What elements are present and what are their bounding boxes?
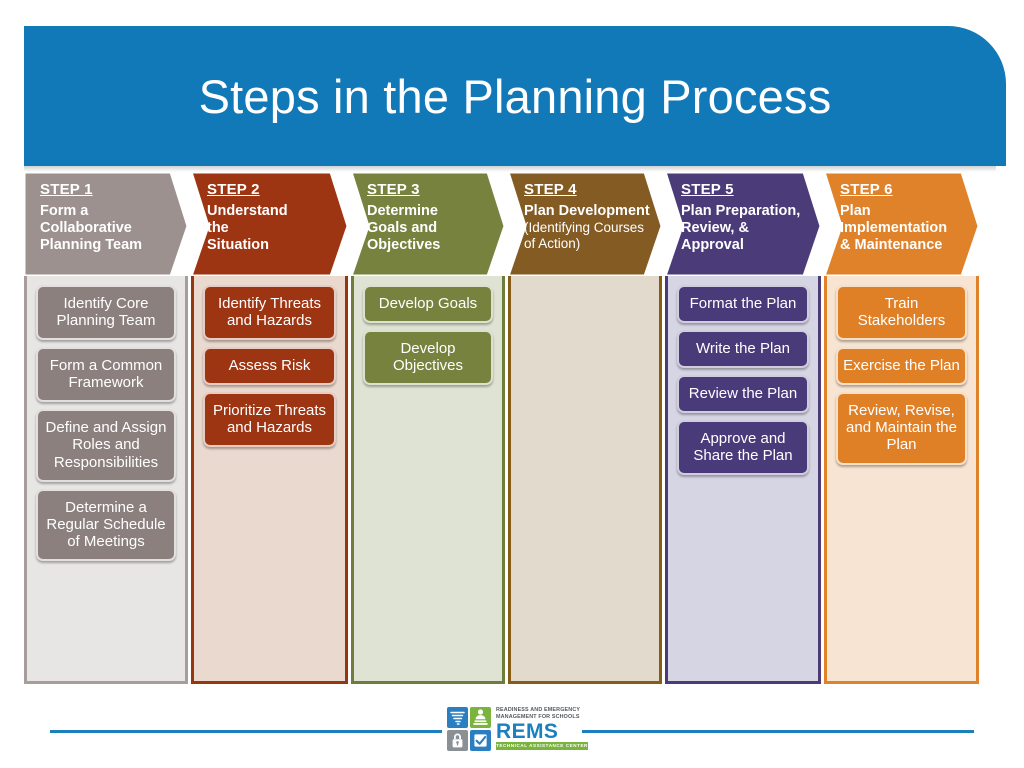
- rems-logo: READINESS AND EMERGENCY MANAGEMENT FOR S…: [447, 705, 588, 753]
- lock-icon: [447, 730, 468, 751]
- step-header-text-2: STEP 2 Understand the Situation: [207, 181, 338, 254]
- step-title-line: Approval: [681, 236, 744, 253]
- slide: Steps in the Planning Process STEP 1 Form…: [0, 0, 1024, 768]
- task-card[interactable]: Approve and Share the Plan: [677, 420, 809, 476]
- tornado-icon: [447, 707, 468, 728]
- task-card[interactable]: Define and Assign Roles and Responsibili…: [36, 409, 176, 482]
- step-header-text-3: STEP 3 Determine Goals and Objectives: [367, 181, 495, 254]
- task-card[interactable]: Review the Plan: [677, 375, 809, 414]
- step-header-text-4: STEP 4 Plan Development (Identifying Cours…: [524, 181, 652, 252]
- task-card[interactable]: Identify Core Planning Team: [36, 285, 176, 341]
- step-number-label-4: STEP 4: [524, 181, 577, 198]
- people-icon: [470, 707, 491, 728]
- step-header-4: STEP 4 Plan Development (Identifying Cours…: [508, 172, 662, 276]
- step-title-line: Collaborative: [40, 219, 132, 236]
- step-title-line: Plan: [840, 203, 871, 219]
- step-number-label-3: STEP 3: [367, 181, 420, 198]
- planning-process-diagram: STEP 1 Form a Collaborative Planning Team Id…: [24, 172, 1006, 684]
- step-title-line: Plan Development: [524, 203, 650, 219]
- step-header-5: STEP 5 Plan Preparation, Review, & Approval: [665, 172, 821, 276]
- step-header-text-5: STEP 5 Plan Preparation, Review, & Approval: [681, 181, 811, 254]
- step-title-line: Objectives: [367, 236, 441, 253]
- task-card[interactable]: Develop Goals: [363, 285, 493, 324]
- step-number-label-2: STEP 2: [207, 181, 260, 198]
- task-card[interactable]: Train Stakeholders: [836, 285, 967, 341]
- step-header-6: STEP 6 Plan Implementation & Maintenance: [824, 172, 979, 276]
- task-card[interactable]: Assess Risk: [203, 347, 336, 386]
- step-title-line: Form a: [40, 203, 89, 219]
- footer-rule-left: [50, 730, 442, 733]
- task-card[interactable]: Determine a Regular Schedule of Meetings: [36, 488, 176, 561]
- task-card[interactable]: Exercise the Plan: [836, 347, 967, 386]
- step-body-4: [508, 276, 662, 684]
- footer-rule-right: [582, 730, 974, 733]
- rems-tagline: READINESS AND EMERGENCY MANAGEMENT FOR S…: [496, 707, 581, 720]
- step-title-1: Form a Collaborative Planning Team: [40, 203, 178, 254]
- step-header-2: STEP 2 Understand the Situation: [191, 172, 348, 276]
- step-subtitle-line: (Identifying Courses: [524, 219, 645, 235]
- step-header-3: STEP 3 Determine Goals and Objectives: [351, 172, 505, 276]
- step-body-5: Format the Plan Write the Plan Review the …: [665, 276, 821, 684]
- process-column-4: STEP 4 Plan Development (Identifying Cours…: [508, 172, 662, 684]
- step-header-text-1: STEP 1 Form a Collaborative Planning Team: [40, 181, 178, 254]
- process-column-3: STEP 3 Determine Goals and Objectives Develo…: [351, 172, 505, 684]
- step-title-3: Determine Goals and Objectives: [367, 203, 495, 254]
- page-title: Steps in the Planning Process: [198, 69, 832, 123]
- step-title-line: Understand: [207, 203, 288, 219]
- step-number-label-5: STEP 5: [681, 181, 734, 198]
- process-column-1: STEP 1 Form a Collaborative Planning Team Id…: [24, 172, 188, 684]
- step-number-label-6: STEP 6: [840, 181, 893, 198]
- task-card[interactable]: Develop Objectives: [363, 330, 493, 386]
- task-card[interactable]: Format the Plan: [677, 285, 809, 324]
- process-column-6: STEP 6 Plan Implementation & Maintenance Tra…: [824, 172, 979, 684]
- step-header-text-6: STEP 6 Plan Implementation & Maintenance: [840, 181, 969, 254]
- rems-acronym: REMS: [496, 719, 559, 743]
- step-header-1: STEP 1 Form a Collaborative Planning Team: [24, 172, 188, 276]
- step-body-2: Identify Threats and Hazards Assess Risk P…: [191, 276, 348, 684]
- step-title-line: Determine: [367, 203, 438, 219]
- step-title-line: Review, &: [681, 219, 749, 236]
- step-number-label-1: STEP 1: [40, 181, 93, 198]
- task-card[interactable]: Review, Revise, and Maintain the Plan: [836, 392, 967, 465]
- slide-title-banner: Steps in the Planning Process: [24, 26, 1006, 172]
- checkbox-icon: [470, 730, 491, 751]
- task-card[interactable]: Form a Common Framework: [36, 347, 176, 403]
- step-title-line: the: [207, 219, 229, 236]
- step-subtitle-line: of Action): [524, 235, 581, 251]
- step-title-line: Goals and: [367, 219, 438, 236]
- step-body-1: Identify Core Planning Team Form a Common…: [24, 276, 188, 684]
- step-title-line: Plan Preparation,: [681, 203, 801, 219]
- step-title-line: & Maintenance: [840, 236, 943, 253]
- step-body-3: Develop Goals Develop Objectives: [351, 276, 505, 684]
- rems-logo-text: READINESS AND EMERGENCY MANAGEMENT FOR S…: [496, 707, 588, 750]
- step-title-line: Situation: [207, 236, 270, 253]
- rems-subtitle: TECHNICAL ASSISTANCE CENTER: [496, 742, 588, 750]
- process-column-5: STEP 5 Plan Preparation, Review, & Approval…: [665, 172, 821, 684]
- step-title-4: Plan Development (Identifying Courses of A…: [524, 203, 652, 252]
- step-title-line: Implementation: [840, 219, 948, 236]
- step-title-line: Planning Team: [40, 236, 143, 253]
- process-column-2: STEP 2 Understand the Situation Identify Thr…: [191, 172, 348, 684]
- step-body-6: Train Stakeholders Exercise the Plan Revie…: [824, 276, 979, 684]
- task-card[interactable]: Identify Threats and Hazards: [203, 285, 336, 341]
- step-title-6: Plan Implementation & Maintenance: [840, 203, 969, 254]
- rems-logo-icon-grid: [447, 707, 491, 751]
- step-title-2: Understand the Situation: [207, 203, 338, 254]
- task-card[interactable]: Write the Plan: [677, 330, 809, 369]
- step-title-5: Plan Preparation, Review, & Approval: [681, 203, 811, 254]
- task-card[interactable]: Prioritize Threats and Hazards: [203, 392, 336, 448]
